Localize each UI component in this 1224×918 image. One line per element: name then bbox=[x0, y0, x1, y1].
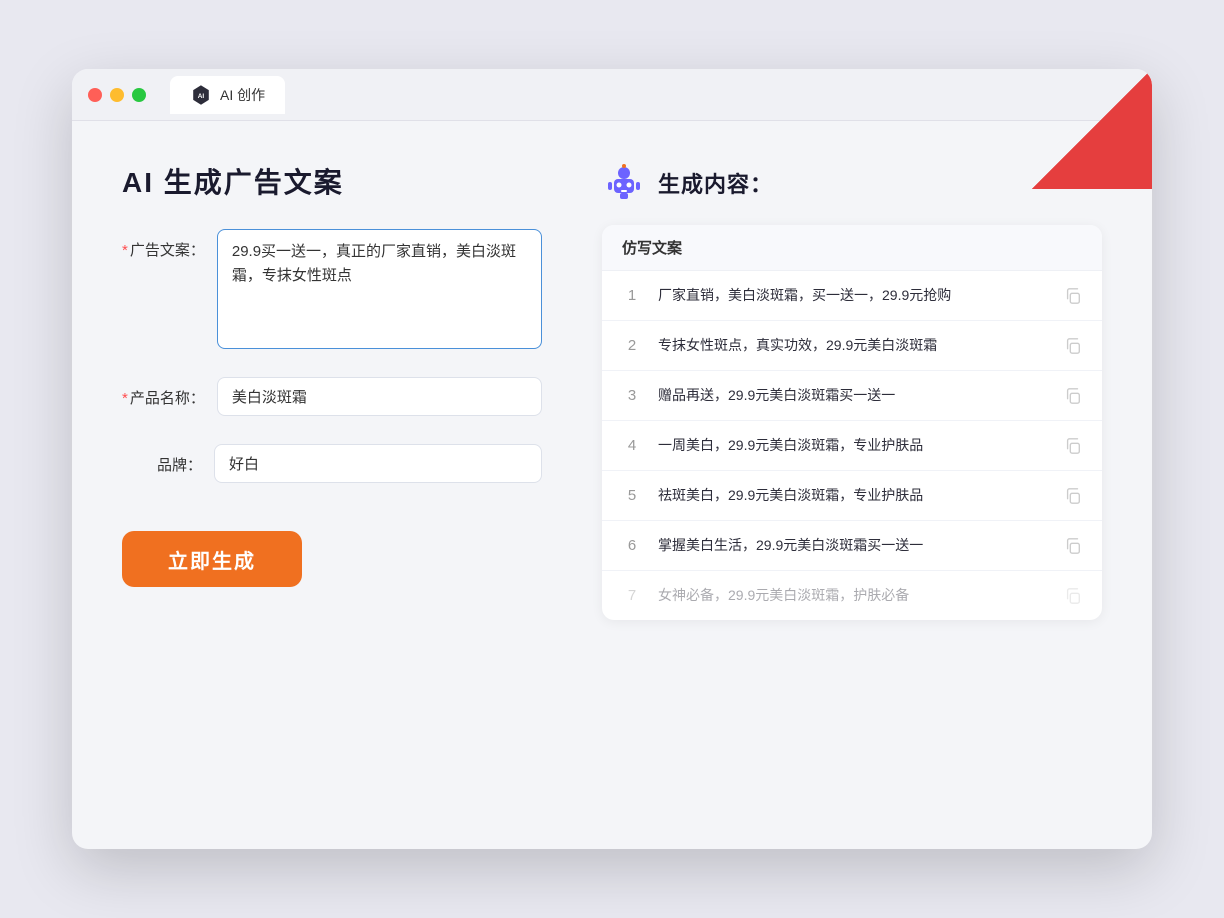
ad-copy-label: *广告文案： bbox=[122, 229, 205, 260]
results-header: 仿写文案 bbox=[602, 225, 1102, 271]
page-title: AI 生成广告文案 bbox=[122, 161, 542, 201]
tab-label: AI 创作 bbox=[220, 85, 265, 105]
copy-icon[interactable] bbox=[1064, 487, 1082, 505]
row-number: 1 bbox=[622, 287, 642, 304]
left-panel: AI 生成广告文案 *广告文案： 29.9买一送一，真正的厂家直销，美白淡斑霜，… bbox=[122, 161, 542, 809]
result-row: 6 掌握美白生活，29.9元美白淡斑霜买一送一 bbox=[602, 521, 1102, 571]
ad-copy-input[interactable]: 29.9买一送一，真正的厂家直销，美白淡斑霜，专抹女性斑点 bbox=[217, 229, 542, 349]
row-number: 7 bbox=[622, 587, 642, 604]
copy-icon[interactable] bbox=[1064, 337, 1082, 355]
row-text: 一周美白，29.9元美白淡斑霜，专业护肤品 bbox=[658, 435, 1048, 456]
row-text: 专抹女性斑点，真实功效，29.9元美白淡斑霜 bbox=[658, 335, 1048, 356]
ad-copy-required: * bbox=[122, 242, 128, 259]
traffic-lights bbox=[88, 88, 146, 102]
result-row: 2 专抹女性斑点，真实功效，29.9元美白淡斑霜 bbox=[602, 321, 1102, 371]
results-table: 仿写文案 1 厂家直销，美白淡斑霜，买一送一，29.9元抢购 2 专抹女性斑点，… bbox=[602, 225, 1102, 620]
row-number: 4 bbox=[622, 437, 642, 454]
right-header: 生成内容： bbox=[602, 161, 1102, 205]
browser-window: AI AI 创作 AI 生成广告文案 *广告文案： 29.9买一送一，真正的厂家… bbox=[72, 69, 1152, 849]
brand-input[interactable] bbox=[214, 444, 542, 483]
copy-icon[interactable] bbox=[1064, 437, 1082, 455]
product-name-input[interactable] bbox=[217, 377, 542, 416]
svg-text:AI: AI bbox=[198, 93, 205, 100]
result-row: 1 厂家直销，美白淡斑霜，买一送一，29.9元抢购 bbox=[602, 271, 1102, 321]
robot-icon bbox=[602, 161, 646, 205]
tab-ai-creation[interactable]: AI AI 创作 bbox=[170, 76, 285, 114]
row-text: 掌握美白生活，29.9元美白淡斑霜买一送一 bbox=[658, 535, 1048, 556]
product-name-required: * bbox=[122, 390, 128, 407]
row-number: 6 bbox=[622, 537, 642, 554]
result-row: 5 祛斑美白，29.9元美白淡斑霜，专业护肤品 bbox=[602, 471, 1102, 521]
row-text: 祛斑美白，29.9元美白淡斑霜，专业护肤品 bbox=[658, 485, 1048, 506]
title-bar: AI AI 创作 bbox=[72, 69, 1152, 121]
row-number: 5 bbox=[622, 487, 642, 504]
generate-button[interactable]: 立即生成 bbox=[122, 531, 302, 587]
result-row: 3 赠品再送，29.9元美白淡斑霜买一送一 bbox=[602, 371, 1102, 421]
traffic-light-close[interactable] bbox=[88, 88, 102, 102]
copy-icon[interactable] bbox=[1064, 537, 1082, 555]
copy-icon[interactable] bbox=[1064, 587, 1082, 605]
result-row: 4 一周美白，29.9元美白淡斑霜，专业护肤品 bbox=[602, 421, 1102, 471]
corner-decoration bbox=[1032, 69, 1152, 189]
product-name-label: *产品名称： bbox=[122, 377, 205, 408]
results-list: 1 厂家直销，美白淡斑霜，买一送一，29.9元抢购 2 专抹女性斑点，真实功效，… bbox=[602, 271, 1102, 620]
row-text: 女神必备，29.9元美白淡斑霜，护肤必备 bbox=[658, 585, 1048, 606]
brand-group: 品牌： bbox=[122, 444, 542, 483]
result-row: 7 女神必备，29.9元美白淡斑霜，护肤必备 bbox=[602, 571, 1102, 620]
main-content: AI 生成广告文案 *广告文案： 29.9买一送一，真正的厂家直销，美白淡斑霜，… bbox=[72, 121, 1152, 849]
copy-icon[interactable] bbox=[1064, 287, 1082, 305]
row-number: 2 bbox=[622, 337, 642, 354]
ad-copy-group: *广告文案： 29.9买一送一，真正的厂家直销，美白淡斑霜，专抹女性斑点 bbox=[122, 229, 542, 349]
copy-icon[interactable] bbox=[1064, 387, 1082, 405]
row-number: 3 bbox=[622, 387, 642, 404]
row-text: 厂家直销，美白淡斑霜，买一送一，29.9元抢购 bbox=[658, 285, 1048, 306]
product-name-group: *产品名称： bbox=[122, 377, 542, 416]
ai-tab-icon: AI bbox=[190, 84, 212, 106]
row-text: 赠品再送，29.9元美白淡斑霜买一送一 bbox=[658, 385, 1048, 406]
right-panel: 生成内容： 仿写文案 1 厂家直销，美白淡斑霜，买一送一，29.9元抢购 2 专… bbox=[602, 161, 1102, 809]
traffic-light-minimize[interactable] bbox=[110, 88, 124, 102]
traffic-light-maximize[interactable] bbox=[132, 88, 146, 102]
right-title: 生成内容： bbox=[658, 167, 773, 199]
brand-label: 品牌： bbox=[122, 444, 202, 475]
